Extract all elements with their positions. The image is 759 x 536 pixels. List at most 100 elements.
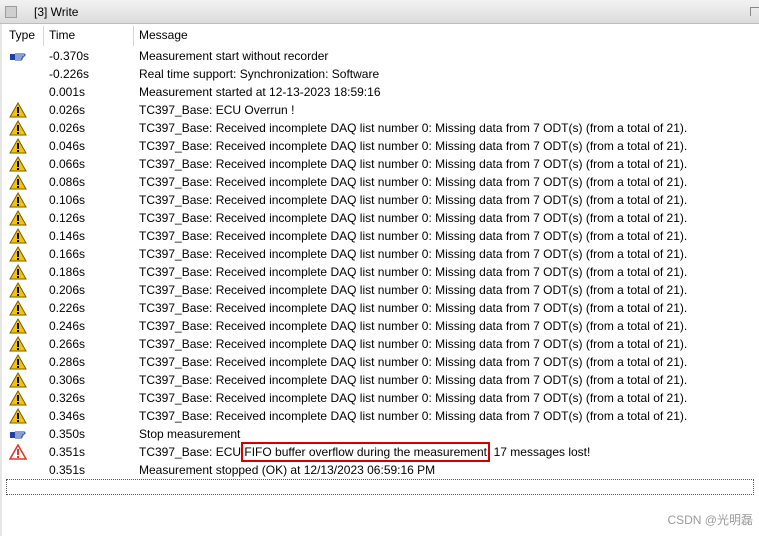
log-message-text: TC397_Base: Received incomplete DAQ list… [139, 337, 688, 351]
message-list[interactable]: -0.370s Measurement start without recorde… [0, 47, 759, 479]
log-row[interactable]: 0.086s TC397_Base: Received incomplete DA… [0, 173, 759, 191]
log-message-tail: , 17 messages lost! [486, 445, 591, 459]
log-row[interactable]: 0.126s TC397_Base: Received incomplete DA… [0, 209, 759, 227]
column-type[interactable]: Type [9, 28, 35, 42]
log-message: TC397_Base: Received incomplete DAQ list… [139, 319, 687, 333]
log-row[interactable]: 0.326s TC397_Base: Received incomplete DA… [0, 389, 759, 407]
log-message-text: TC397_Base: ECU Overrun ! [139, 103, 295, 117]
log-message: TC397_Base: Received incomplete DAQ list… [139, 121, 687, 135]
log-message-text: Measurement start without recorder [139, 49, 329, 63]
log-message-text: TC397_Base: Received incomplete DAQ list… [139, 409, 688, 423]
log-message-text: TC397_Base: Received incomplete DAQ list… [139, 121, 688, 135]
column-time[interactable]: Time [49, 28, 75, 42]
highlighted-message-part: FIFO buffer overflow during the measurem… [241, 442, 490, 462]
log-time: 0.266s [49, 337, 86, 351]
log-row[interactable]: 0.001s Measurement started at 12-13-2023 … [0, 83, 759, 101]
pointer-hand-icon [9, 426, 27, 442]
log-row[interactable]: 0.146s TC397_Base: Received incomplete DA… [0, 227, 759, 245]
log-row[interactable]: -0.370s Measurement start without recorde… [0, 47, 759, 65]
warning-icon [9, 371, 27, 388]
log-message: TC397_Base: Received incomplete DAQ list… [139, 373, 687, 387]
column-message[interactable]: Message [139, 28, 188, 42]
log-message-text: TC397_Base: Received incomplete DAQ list… [139, 391, 688, 405]
log-message-text: TC397_Base: Received incomplete DAQ list… [139, 157, 688, 171]
log-row[interactable]: 0.286s TC397_Base: Received incomplete DA… [0, 353, 759, 371]
window-titlebar[interactable]: [3] Write [0, 0, 759, 24]
log-message-text: Measurement stopped (OK) at 12/13/2023 0… [139, 463, 436, 477]
warning-icon [9, 155, 27, 172]
log-row[interactable]: 0.350s Stop measurement [0, 425, 759, 443]
log-message: TC397_Base: Received incomplete DAQ list… [139, 175, 687, 189]
log-message: TC397_Base: Received incomplete DAQ list… [139, 283, 687, 297]
column-divider[interactable] [43, 26, 44, 46]
log-row[interactable]: 0.351s TC397_Base: ECU FIFO buffer overfl… [0, 442, 759, 462]
log-message: TC397_Base: Received incomplete DAQ list… [139, 391, 687, 405]
log-message: TC397_Base: Received incomplete DAQ list… [139, 265, 687, 279]
log-time: 0.206s [49, 283, 86, 297]
warning-icon [9, 101, 27, 118]
log-time: 0.146s [49, 229, 86, 243]
warning-icon [9, 137, 27, 154]
log-message-text: Stop measurement [139, 427, 241, 441]
log-row[interactable]: 0.226s TC397_Base: Received incomplete DA… [0, 299, 759, 317]
log-message: Measurement started at 12-13-2023 18:59:… [139, 85, 381, 99]
column-divider[interactable] [133, 26, 134, 46]
log-time: 0.166s [49, 247, 86, 261]
log-row[interactable]: 0.066s TC397_Base: Received incomplete DA… [0, 155, 759, 173]
log-message: Measurement stopped (OK) at 12/13/2023 0… [139, 463, 435, 477]
log-row[interactable]: 0.346s TC397_Base: Received incomplete DA… [0, 407, 759, 425]
log-row[interactable]: 0.166s TC397_Base: Received incomplete DA… [0, 245, 759, 263]
log-message-text: TC397_Base: Received incomplete DAQ list… [139, 193, 688, 207]
log-row[interactable]: 0.026s TC397_Base: Received incomplete DA… [0, 119, 759, 137]
window-title: [3] Write [34, 5, 79, 19]
warning-icon [9, 173, 27, 190]
warning-icon [9, 227, 27, 244]
log-row[interactable]: 0.306s TC397_Base: Received incomplete DA… [0, 371, 759, 389]
log-message: TC397_Base: Received incomplete DAQ list… [139, 409, 687, 423]
log-time: 0.226s [49, 301, 86, 315]
log-message: TC397_Base: ECU FIFO buffer overflow dur… [139, 442, 591, 462]
warning-icon [9, 317, 27, 334]
log-time: 0.351s [49, 445, 86, 459]
log-time: 0.066s [49, 157, 86, 171]
log-message-text: TC397_Base: Received incomplete DAQ list… [139, 265, 688, 279]
log-row[interactable]: 0.186s TC397_Base: Received incomplete DA… [0, 263, 759, 281]
pointer-hand-icon [9, 48, 27, 64]
log-message: TC397_Base: Received incomplete DAQ list… [139, 355, 687, 369]
log-row[interactable]: 0.266s TC397_Base: Received incomplete DA… [0, 335, 759, 353]
log-message-text: TC397_Base: Received incomplete DAQ list… [139, 373, 688, 387]
log-row[interactable]: 0.026s TC397_Base: ECU Overrun ! [0, 101, 759, 119]
log-message: TC397_Base: ECU Overrun ! [139, 103, 294, 117]
log-message: TC397_Base: Received incomplete DAQ list… [139, 301, 687, 315]
warning-icon [9, 335, 27, 352]
log-time: 0.351s [49, 463, 86, 477]
log-message: TC397_Base: Received incomplete DAQ list… [139, 139, 687, 153]
log-message-text: TC397_Base: Received incomplete DAQ list… [139, 211, 688, 225]
warning-icon [9, 263, 27, 280]
error-icon [8, 443, 28, 460]
window-menu-box[interactable] [5, 6, 17, 18]
log-time: 0.026s [49, 103, 86, 117]
log-message: Stop measurement [139, 427, 240, 441]
log-row[interactable]: 0.246s TC397_Base: Received incomplete DA… [0, 317, 759, 335]
log-row[interactable]: 0.046s TC397_Base: Received incomplete DA… [0, 137, 759, 155]
log-time: 0.046s [49, 139, 86, 153]
log-row[interactable]: 0.351s Measurement stopped (OK) at 12/13/… [0, 461, 759, 479]
log-time: 0.350s [49, 427, 86, 441]
empty-selected-row[interactable] [6, 479, 754, 495]
log-message: TC397_Base: Received incomplete DAQ list… [139, 247, 687, 261]
log-message-text: Real time support: Synchronization: Soft… [139, 67, 380, 81]
log-row[interactable]: 0.206s TC397_Base: Received incomplete DA… [0, 281, 759, 299]
log-row[interactable]: 0.106s TC397_Base: Received incomplete DA… [0, 191, 759, 209]
log-message-text: TC397_Base: Received incomplete DAQ list… [139, 139, 688, 153]
log-message: TC397_Base: Received incomplete DAQ list… [139, 337, 687, 351]
log-message: TC397_Base: Received incomplete DAQ list… [139, 157, 687, 171]
log-time: 0.286s [49, 355, 86, 369]
warning-icon [9, 119, 27, 136]
log-time: 0.001s [49, 85, 86, 99]
warning-icon [9, 281, 27, 298]
log-time: -0.226s [49, 67, 90, 81]
log-message-text: TC397_Base: Received incomplete DAQ list… [139, 301, 688, 315]
titlebar-corner-icon[interactable] [750, 7, 759, 16]
log-row[interactable]: -0.226s Real time support: Synchronizatio… [0, 65, 759, 83]
